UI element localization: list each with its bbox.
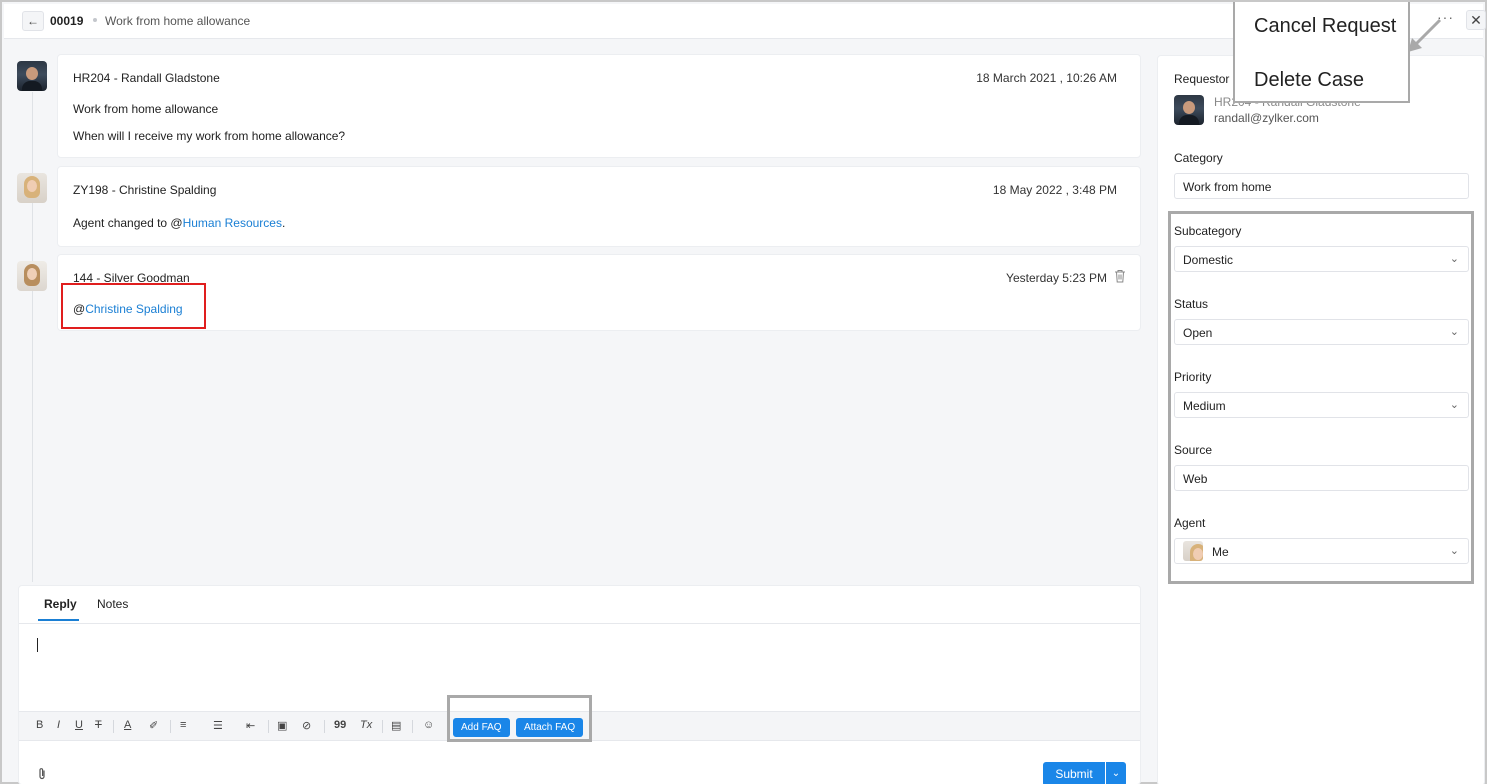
toolbar-divider: [324, 720, 325, 733]
message-subject: Work from home allowance: [73, 102, 219, 116]
italic-icon[interactable]: I: [57, 719, 60, 731]
thread-message: ZY198 - Christine Spalding 18 May 2022 ,…: [57, 166, 1141, 247]
pointer-arrow-icon: [1408, 18, 1442, 52]
cancel-request-menu-item[interactable]: Cancel Request: [1254, 15, 1396, 38]
text-caret: [37, 638, 38, 652]
category-value: Work from home: [1183, 180, 1272, 194]
highlight-icon[interactable]: ✐: [149, 719, 158, 732]
toolbar-divider: [382, 720, 383, 733]
strikethrough-icon[interactable]: T: [95, 719, 102, 731]
trash-icon[interactable]: [1114, 269, 1126, 283]
toolbar-divider: [268, 720, 269, 733]
emoji-icon[interactable]: ☺: [423, 719, 434, 731]
submit-options-button[interactable]: ⌄: [1106, 762, 1126, 784]
thread-message: HR204 - Randall Gladstone 18 March 2021 …: [57, 54, 1141, 158]
mention-link[interactable]: Human Resources: [183, 216, 282, 230]
message-body: When will I receive my work from home al…: [73, 129, 346, 143]
message-author: HR204 - Randall Gladstone: [73, 71, 220, 85]
attachment-icon[interactable]: [37, 767, 47, 780]
link-icon[interactable]: ⊘: [302, 719, 311, 732]
tab-notes[interactable]: Notes: [97, 597, 128, 611]
avatar: [17, 61, 47, 91]
message-body: Agent changed to @Human Resources.: [73, 216, 286, 230]
active-tab-indicator: [38, 619, 79, 621]
app-frame: ← 00019 Work from home allowance ··· ✕ H…: [0, 0, 1487, 784]
close-icon: ✕: [1470, 12, 1482, 28]
case-title: Work from home allowance: [105, 14, 251, 28]
case-id: 00019: [50, 14, 84, 28]
category-label: Category: [1174, 151, 1223, 165]
back-button[interactable]: ←: [22, 11, 44, 31]
highlight-box-gray: [1168, 211, 1474, 584]
message-time: Yesterday 5:23 PM: [1006, 271, 1107, 285]
thread-message: 144 - Silver Goodman Yesterday 5:23 PM @…: [57, 254, 1141, 331]
avatar: [17, 261, 47, 291]
toolbar-divider: [170, 720, 171, 733]
bold-icon[interactable]: B: [36, 719, 43, 731]
quote-icon[interactable]: 99: [334, 719, 346, 731]
font-color-icon[interactable]: A: [124, 719, 131, 731]
indent-icon[interactable]: ⇤: [246, 719, 255, 732]
tab-reply[interactable]: Reply: [44, 597, 77, 611]
image-icon[interactable]: ▣: [277, 719, 287, 732]
timeline-line: [32, 92, 33, 582]
requestor-avatar: [1174, 95, 1204, 125]
close-button[interactable]: ✕: [1466, 10, 1486, 30]
message-author: ZY198 - Christine Spalding: [73, 183, 217, 197]
separator-dot: [93, 18, 97, 22]
message-time: 18 May 2022 , 3:48 PM: [992, 183, 1117, 197]
avatar: [17, 173, 47, 203]
category-field[interactable]: Work from home: [1174, 173, 1469, 199]
chevron-down-icon: ⌄: [1111, 768, 1121, 779]
requestor-email: randall@zylker.com: [1214, 111, 1319, 125]
reply-panel: Reply Notes B I U T A ✐ ≡ ☰ ⇤ ▣ ⊘ 99 Tx …: [18, 585, 1141, 784]
arrow-left-icon: ←: [27, 14, 39, 28]
underline-icon[interactable]: U: [75, 719, 83, 731]
actions-menu: Cancel Request Delete Case: [1233, 2, 1410, 103]
toolbar-divider: [412, 720, 413, 733]
block-icon[interactable]: ▤: [391, 719, 401, 732]
highlight-box-red: [61, 283, 206, 329]
align-icon[interactable]: ≡: [180, 719, 186, 731]
submit-button[interactable]: Submit: [1043, 762, 1105, 784]
requestor-label: Requestor: [1174, 72, 1230, 86]
message-time: 18 March 2021 , 10:26 AM: [976, 71, 1117, 85]
clear-format-icon[interactable]: Tx: [360, 719, 372, 731]
delete-case-menu-item[interactable]: Delete Case: [1254, 69, 1364, 92]
highlight-box-gray: [447, 695, 592, 742]
list-icon[interactable]: ☰: [213, 719, 223, 732]
toolbar-divider: [113, 720, 114, 733]
